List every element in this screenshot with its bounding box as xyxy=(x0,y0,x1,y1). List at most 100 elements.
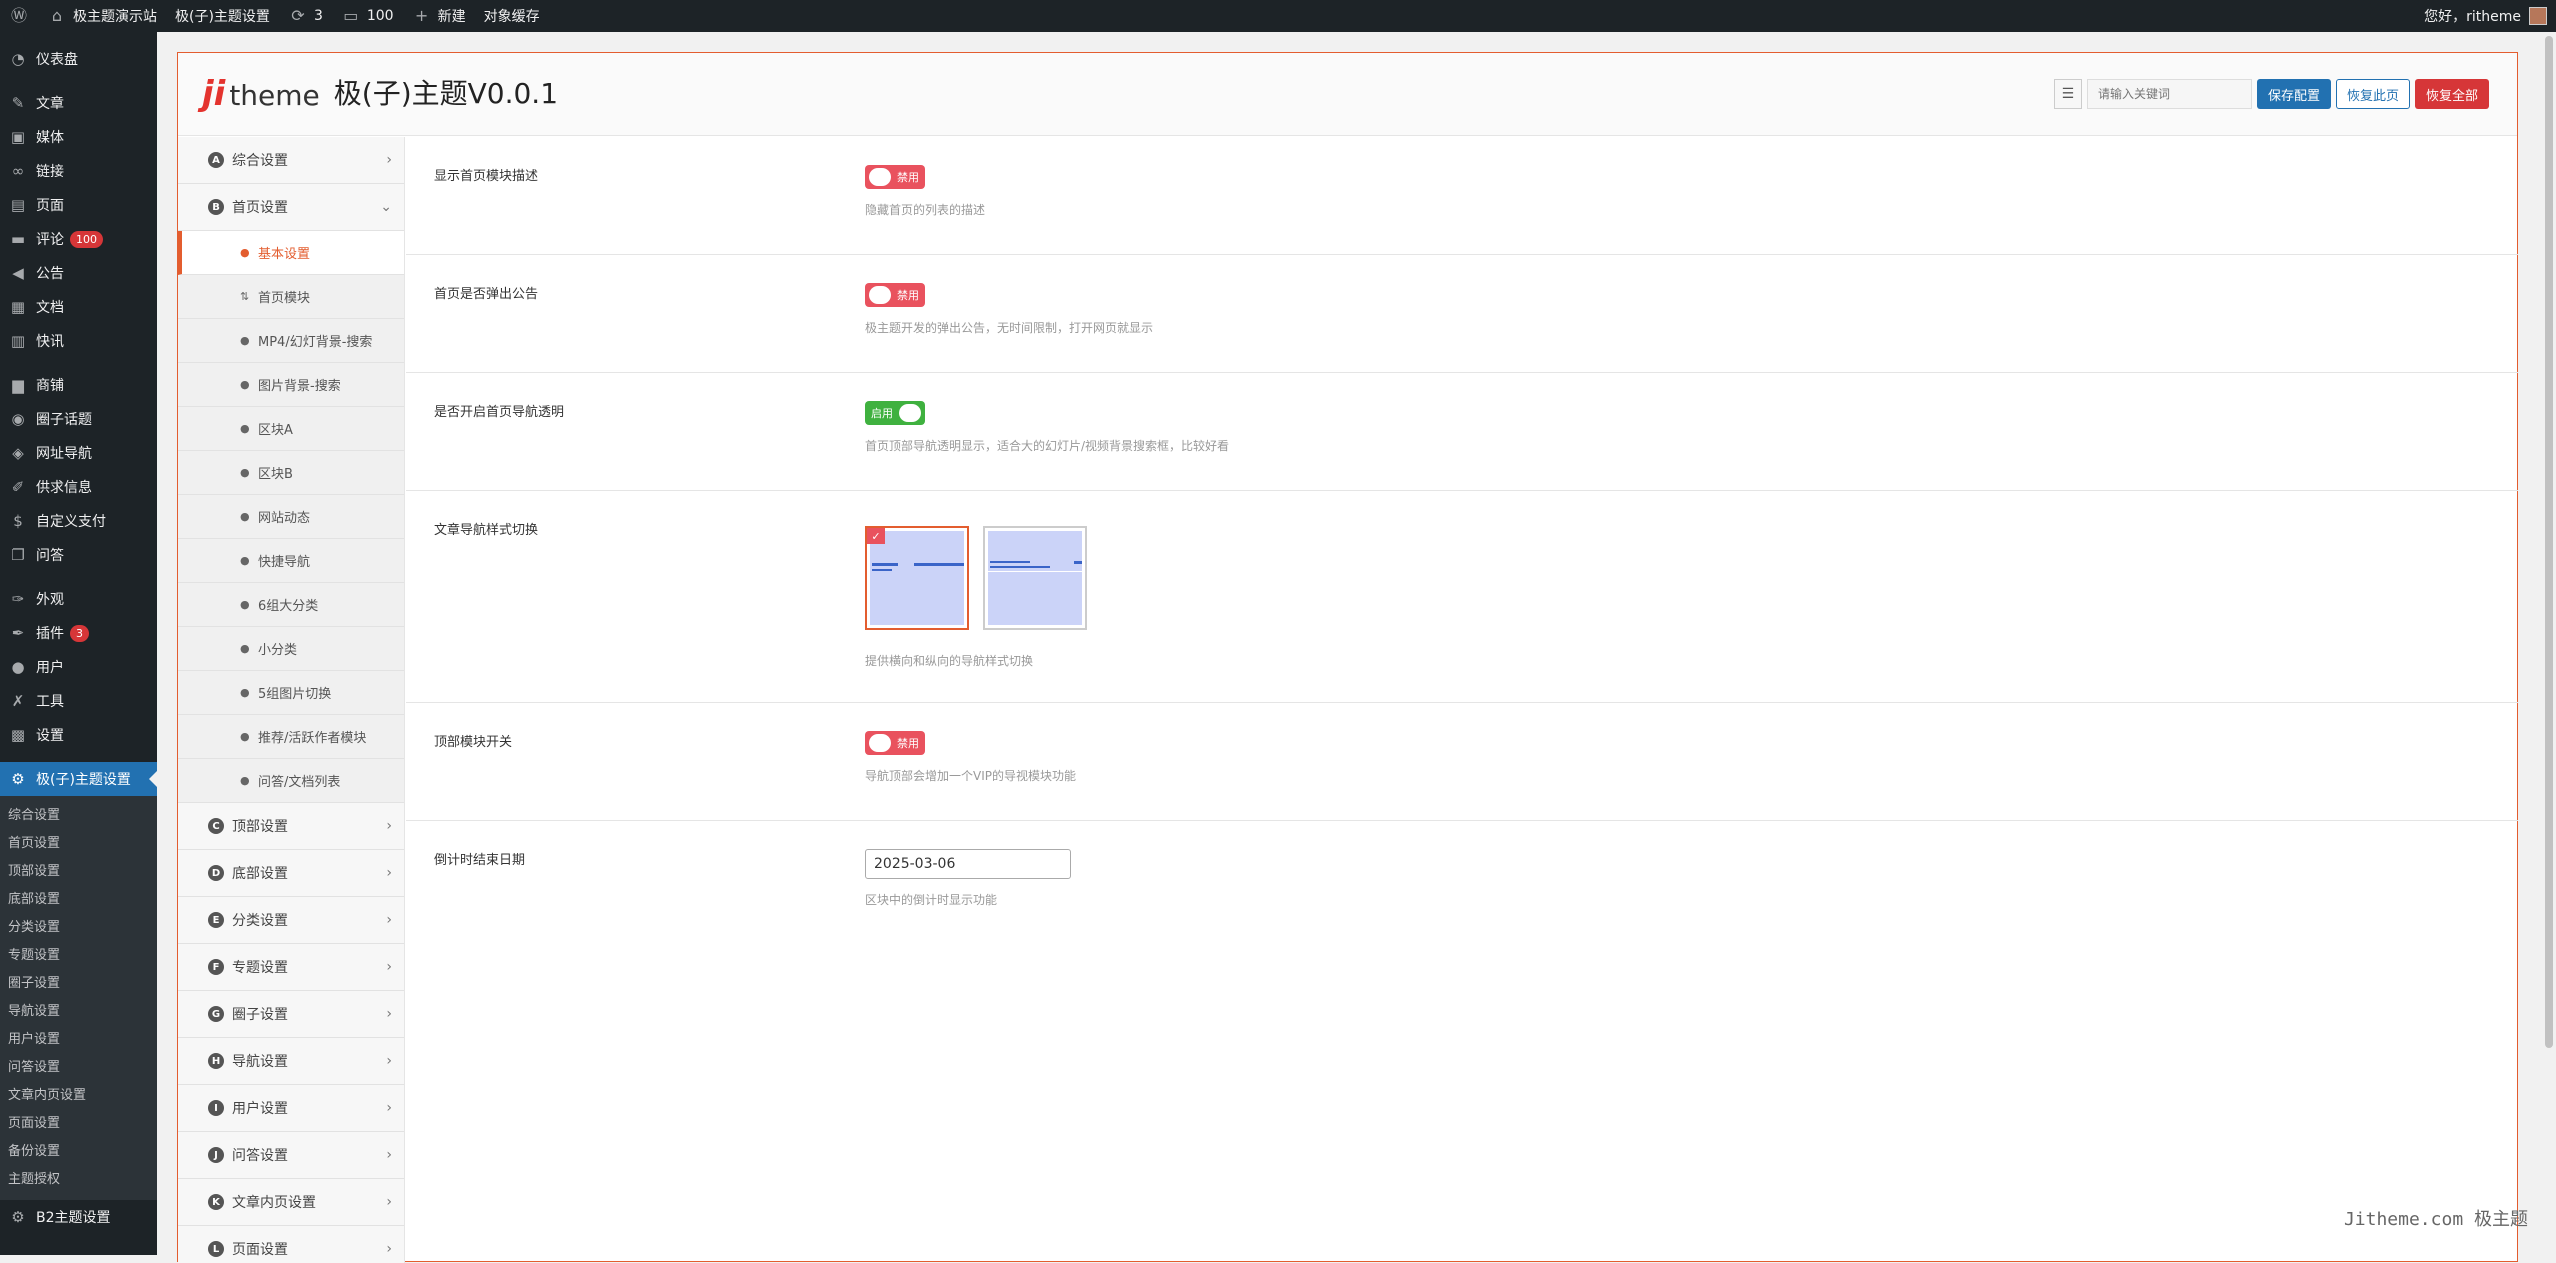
sidebar-item-pages[interactable]: ▤页面 xyxy=(0,188,157,222)
top-module-toggle[interactable]: 禁用 xyxy=(865,731,925,755)
nav-sub-block-a[interactable]: ●区块A xyxy=(178,407,404,451)
sidebar-item-tools[interactable]: ✗工具 xyxy=(0,684,157,718)
submenu-item[interactable]: 用户设置 xyxy=(0,1026,157,1054)
nav-sub-label: 快捷导航 xyxy=(258,551,310,570)
sidebar-item-posts[interactable]: ✎文章 xyxy=(0,86,157,120)
sidebar-item-appearance[interactable]: ✑外观 xyxy=(0,582,157,616)
sidebar-label: 快讯 xyxy=(36,331,64,351)
page-scrollbar[interactable] xyxy=(2542,32,2556,1255)
save-button[interactable]: 保存配置 xyxy=(2257,79,2331,109)
reset-all-button[interactable]: 恢复全部 xyxy=(2415,79,2489,109)
submenu-item[interactable]: 首页设置 xyxy=(0,830,157,858)
sidebar-item-plugins[interactable]: ✒插件3 xyxy=(0,616,157,650)
nav-item-category[interactable]: E分类设置› xyxy=(178,897,404,944)
field-nav-style: 文章导航样式切换 ✓ xyxy=(406,491,2518,703)
nav-item-topic[interactable]: F专题设置› xyxy=(178,944,404,991)
sidebar-item-circle[interactable]: ◉圈子话题 xyxy=(0,402,157,436)
submenu-item[interactable]: 分类设置 xyxy=(0,914,157,942)
nav-item-general[interactable]: A综合设置› xyxy=(178,137,404,184)
new-content-link[interactable]: +新建 xyxy=(403,0,475,32)
reset-page-button[interactable]: 恢复此页 xyxy=(2336,79,2410,109)
sidebar-item-dashboard[interactable]: ◔仪表盘 xyxy=(0,42,157,76)
nav-style-vertical-option[interactable] xyxy=(983,526,1087,630)
scrollbar-thumb[interactable] xyxy=(2545,36,2553,1048)
nav-sub-label: 首页模块 xyxy=(258,287,310,306)
sidebar-item-b2-settings[interactable]: ⚙B2主题设置 xyxy=(0,1200,157,1234)
nav-item-footer[interactable]: D底部设置› xyxy=(178,850,404,897)
sidebar-item-notice[interactable]: ◀公告 xyxy=(0,256,157,290)
nav-sub-quicknav[interactable]: ●快捷导航 xyxy=(178,539,404,583)
nav-sub-subcats[interactable]: ●小分类 xyxy=(178,627,404,671)
sidebar-label: 仪表盘 xyxy=(36,49,78,69)
drop-icon: ● xyxy=(240,422,250,435)
nav-sub-mp4[interactable]: ●MP4/幻灯背景-搜索 xyxy=(178,319,404,363)
sidebar-item-flash[interactable]: ▥快讯 xyxy=(0,324,157,358)
submenu-item[interactable]: 综合设置 xyxy=(0,802,157,830)
sidebar-item-theme-settings[interactable]: ⚙极(子)主题设置 xyxy=(0,762,157,796)
submenu-item[interactable]: 备份设置 xyxy=(0,1138,157,1166)
nav-item-navigation[interactable]: H导航设置› xyxy=(178,1038,404,1085)
sidebar-item-comments[interactable]: ▬评论100 xyxy=(0,222,157,256)
plugin-icon: ✒ xyxy=(8,624,28,642)
sidebar-item-settings[interactable]: ▩设置 xyxy=(0,718,157,752)
nav-sub-basic[interactable]: ●基本设置 xyxy=(178,231,404,275)
nav-sub-image-bg[interactable]: ●图片背景-搜索 xyxy=(178,363,404,407)
drop-icon: ● xyxy=(240,466,250,479)
countdown-date-input[interactable]: 2025-03-06 xyxy=(865,849,1071,879)
field-label: 显示首页模块描述 xyxy=(434,165,538,184)
nav-label: 分类设置 xyxy=(232,910,288,930)
submenu-item[interactable]: 导航设置 xyxy=(0,998,157,1026)
field-label: 是否开启首页导航透明 xyxy=(434,401,564,420)
options-panel: ji theme 极(子)主题V0.0.1 ☰ 保存配置 恢复此页 恢复全部 A… xyxy=(177,52,2518,1262)
sidebar-item-qa[interactable]: ❐问答 xyxy=(0,538,157,572)
object-cache-link[interactable]: 对象缓存 xyxy=(475,0,549,32)
sidebar-label: 极(子)主题设置 xyxy=(36,769,131,789)
popup-notice-toggle[interactable]: 禁用 xyxy=(865,283,925,307)
submenu-item[interactable]: 圈子设置 xyxy=(0,970,157,998)
sidebar-item-media[interactable]: ▣媒体 xyxy=(0,120,157,154)
sidebar-item-users[interactable]: ●用户 xyxy=(0,650,157,684)
submenu-item[interactable]: 顶部设置 xyxy=(0,858,157,886)
comments-link[interactable]: ▭100 xyxy=(332,0,403,32)
expand-all-icon[interactable]: ☰ xyxy=(2054,79,2082,109)
nav-sub-authors[interactable]: ●推荐/活跃作者模块 xyxy=(178,715,404,759)
sidebar-item-payment[interactable]: $自定义支付 xyxy=(0,504,157,538)
nav-sub-block-b[interactable]: ●区块B xyxy=(178,451,404,495)
account-menu[interactable]: 您好，ritheme xyxy=(2415,0,2556,32)
nav-sub-qa-docs[interactable]: ●问答/文档列表 xyxy=(178,759,404,803)
site-name-link[interactable]: ⌂极主题演示站 xyxy=(38,0,166,32)
submenu-item[interactable]: 文章内页设置 xyxy=(0,1082,157,1110)
submenu-item[interactable]: 问答设置 xyxy=(0,1054,157,1082)
updates-link[interactable]: ⟳3 xyxy=(279,0,332,32)
transparent-nav-toggle[interactable]: 启用 xyxy=(865,401,925,425)
submenu-item[interactable]: 底部设置 xyxy=(0,886,157,914)
sidebar-item-links[interactable]: ∞链接 xyxy=(0,154,157,188)
nav-sub-modules[interactable]: ⇅首页模块 xyxy=(178,275,404,319)
theme-settings-link[interactable]: 极(子)主题设置 xyxy=(166,0,279,32)
wordpress-logo-icon[interactable]: Ⓦ xyxy=(0,0,38,32)
sidebar-item-docs[interactable]: ▦文档 xyxy=(0,290,157,324)
nav-style-horizontal-option[interactable]: ✓ xyxy=(865,526,969,630)
letter-badge: J xyxy=(208,1147,224,1163)
nav-sub-5images[interactable]: ●5组图片切换 xyxy=(178,671,404,715)
sidebar-item-nav[interactable]: ◈网址导航 xyxy=(0,436,157,470)
submenu-item[interactable]: 专题设置 xyxy=(0,942,157,970)
nav-item-article[interactable]: K文章内页设置› xyxy=(178,1179,404,1226)
sidebar-item-shop[interactable]: ▆商铺 xyxy=(0,368,157,402)
nav-sub-activity[interactable]: ●网站动态 xyxy=(178,495,404,539)
nav-item-page[interactable]: L页面设置› xyxy=(178,1226,404,1263)
nav-item-user[interactable]: I用户设置› xyxy=(178,1085,404,1132)
nav-item-qa[interactable]: J问答设置› xyxy=(178,1132,404,1179)
settings-icon: ▩ xyxy=(8,726,28,744)
submenu-item[interactable]: 页面设置 xyxy=(0,1110,157,1138)
chevron-right-icon: › xyxy=(386,865,392,881)
nav-sub-6groups[interactable]: ●6组大分类 xyxy=(178,583,404,627)
sidebar-item-supply[interactable]: ✐供求信息 xyxy=(0,470,157,504)
nav-item-home[interactable]: B首页设置⌄ xyxy=(178,184,404,231)
submenu-item[interactable]: 主题授权 xyxy=(0,1166,157,1194)
search-input[interactable] xyxy=(2087,79,2252,109)
module-desc-toggle[interactable]: 禁用 xyxy=(865,165,925,189)
nav-item-top[interactable]: C顶部设置› xyxy=(178,803,404,850)
nav-item-circle[interactable]: G圈子设置› xyxy=(178,991,404,1038)
letter-badge: D xyxy=(208,865,224,881)
